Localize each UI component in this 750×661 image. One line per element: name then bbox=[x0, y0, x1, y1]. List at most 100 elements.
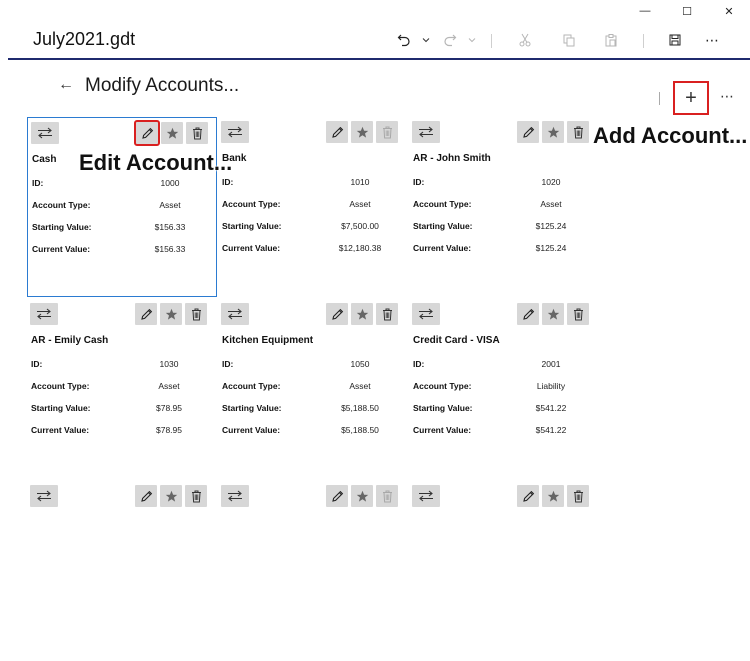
minimize-button[interactable]: — bbox=[624, 0, 666, 22]
favorite-button[interactable] bbox=[542, 485, 564, 507]
starting-value: $156.33 bbox=[154, 222, 186, 232]
edit-account-button[interactable] bbox=[517, 303, 539, 325]
account-card[interactable]: Bank ID: 1010 Account Type: Asset Starting Va… bbox=[218, 117, 408, 297]
starting-value-label: Starting Value: bbox=[222, 221, 282, 231]
favorite-button[interactable] bbox=[351, 303, 373, 325]
account-type-label: Account Type: bbox=[222, 199, 281, 209]
more-commands-button[interactable]: ⋯ bbox=[702, 28, 722, 52]
add-account-button[interactable]: + bbox=[673, 81, 709, 115]
pencil-icon bbox=[141, 127, 153, 139]
delete-account-button[interactable] bbox=[567, 121, 589, 143]
save-icon bbox=[669, 34, 681, 46]
edit-account-button[interactable] bbox=[517, 485, 539, 507]
account-name: Credit Card - VISA bbox=[413, 335, 500, 346]
save-button[interactable] bbox=[666, 28, 684, 52]
cut-button[interactable] bbox=[516, 28, 534, 52]
account-card[interactable] bbox=[218, 481, 408, 661]
star-icon bbox=[356, 308, 368, 320]
delete-account-button[interactable] bbox=[185, 303, 207, 325]
reorder-button[interactable] bbox=[412, 121, 440, 143]
favorite-button[interactable] bbox=[351, 121, 373, 143]
favorite-button[interactable] bbox=[542, 121, 564, 143]
account-card[interactable] bbox=[409, 481, 599, 661]
account-type-label: Account Type: bbox=[31, 381, 90, 391]
edit-account-button[interactable] bbox=[326, 303, 348, 325]
account-card[interactable]: Cash ID: 1000 Account Type: Asset Starting Va… bbox=[27, 117, 217, 297]
reorder-button[interactable] bbox=[31, 122, 59, 144]
id-label: ID: bbox=[32, 178, 44, 188]
current-value: $5,188.50 bbox=[341, 425, 379, 435]
pencil-icon bbox=[331, 126, 343, 138]
star-icon bbox=[356, 126, 368, 138]
account-card[interactable]: Kitchen Equipment ID: 1050 Account Type: Ass… bbox=[218, 299, 408, 479]
edit-account-button[interactable] bbox=[135, 485, 157, 507]
reorder-button[interactable] bbox=[221, 121, 249, 143]
maximize-button[interactable]: ☐ bbox=[666, 0, 708, 22]
id-label: ID: bbox=[222, 359, 234, 369]
delete-account-button[interactable] bbox=[186, 122, 208, 144]
edit-account-button[interactable] bbox=[326, 485, 348, 507]
reorder-button[interactable] bbox=[221, 303, 249, 325]
pencil-icon bbox=[522, 490, 534, 502]
edit-account-button[interactable] bbox=[135, 303, 157, 325]
undo-button[interactable] bbox=[395, 28, 413, 52]
account-card[interactable] bbox=[27, 481, 217, 661]
star-icon bbox=[166, 127, 178, 139]
favorite-button[interactable] bbox=[351, 485, 373, 507]
redo-button[interactable] bbox=[441, 28, 459, 52]
delete-account-button[interactable] bbox=[567, 485, 589, 507]
pencil-icon bbox=[522, 308, 534, 320]
current-value-label: Current Value: bbox=[31, 425, 90, 435]
copy-button[interactable] bbox=[560, 28, 578, 52]
current-value: $541.22 bbox=[535, 425, 567, 435]
id-label: ID: bbox=[413, 359, 425, 369]
account-type-label: Account Type: bbox=[413, 381, 472, 391]
delete-account-button[interactable] bbox=[567, 303, 589, 325]
account-type-value: Asset bbox=[349, 381, 371, 391]
redo-dropdown[interactable] bbox=[465, 28, 479, 52]
account-name: AR - Emily Cash bbox=[31, 335, 109, 346]
undo-dropdown[interactable] bbox=[419, 28, 433, 52]
undo-icon bbox=[397, 34, 410, 47]
delete-account-button[interactable] bbox=[376, 121, 398, 143]
account-type-value: Asset bbox=[159, 200, 181, 210]
trash-icon bbox=[573, 308, 583, 320]
swap-icon bbox=[37, 490, 51, 502]
page-more-button[interactable]: ⋯ bbox=[720, 88, 735, 105]
edit-account-button[interactable] bbox=[134, 120, 160, 146]
account-card[interactable]: Credit Card - VISA ID: 2001 Account Type: Li… bbox=[409, 299, 599, 479]
current-value: $12,180.38 bbox=[338, 243, 382, 253]
star-icon bbox=[547, 126, 559, 138]
starting-value: $125.24 bbox=[535, 221, 567, 231]
account-type-value: Liability bbox=[536, 381, 566, 391]
close-button[interactable]: ✕ bbox=[708, 0, 750, 22]
star-icon bbox=[165, 490, 177, 502]
favorite-button[interactable] bbox=[161, 122, 183, 144]
account-card[interactable]: AR - John Smith ID: 1020 Account Type: Asset… bbox=[409, 117, 599, 297]
add-account-callout: Add Account... bbox=[593, 123, 748, 148]
current-value-label: Current Value: bbox=[222, 425, 281, 435]
edit-account-button[interactable] bbox=[326, 121, 348, 143]
reorder-button[interactable] bbox=[221, 485, 249, 507]
reorder-button[interactable] bbox=[412, 485, 440, 507]
delete-account-button[interactable] bbox=[376, 485, 398, 507]
edit-account-button[interactable] bbox=[517, 121, 539, 143]
account-card[interactable]: AR - Emily Cash ID: 1030 Account Type: Asset… bbox=[27, 299, 217, 479]
delete-account-button[interactable] bbox=[185, 485, 207, 507]
favorite-button[interactable] bbox=[160, 303, 182, 325]
command-separator bbox=[491, 34, 492, 48]
swap-icon bbox=[419, 308, 433, 320]
reorder-button[interactable] bbox=[30, 303, 58, 325]
paste-button[interactable] bbox=[602, 28, 620, 52]
favorite-button[interactable] bbox=[542, 303, 564, 325]
account-name: AR - John Smith bbox=[413, 153, 491, 164]
back-button[interactable]: ← bbox=[58, 76, 74, 94]
reorder-button[interactable] bbox=[412, 303, 440, 325]
account-type-label: Account Type: bbox=[222, 381, 281, 391]
delete-account-button[interactable] bbox=[376, 303, 398, 325]
pencil-icon bbox=[331, 308, 343, 320]
account-type-value: Asset bbox=[540, 199, 562, 209]
trash-icon bbox=[191, 308, 201, 320]
favorite-button[interactable] bbox=[160, 485, 182, 507]
reorder-button[interactable] bbox=[30, 485, 58, 507]
